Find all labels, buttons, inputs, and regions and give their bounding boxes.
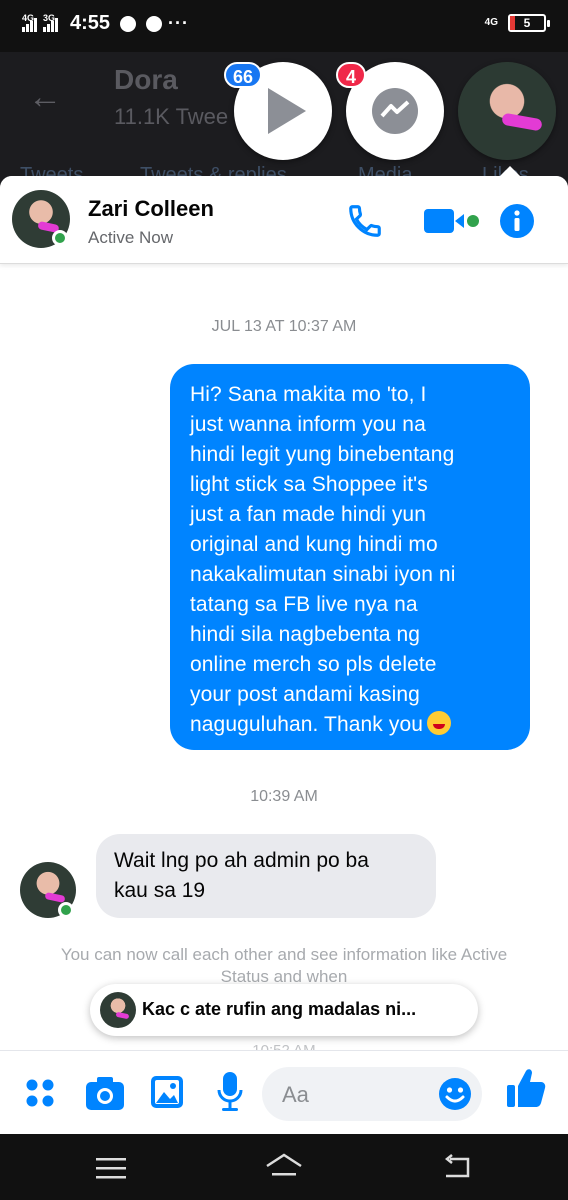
profile-title: Dora <box>114 64 178 95</box>
sender-online-dot <box>58 902 74 918</box>
messenger-chat-head[interactable]: 4 <box>336 62 444 160</box>
status-right: 4G 5 <box>484 14 550 32</box>
gallery-icon[interactable] <box>150 1075 184 1114</box>
home-icon[interactable] <box>264 1152 304 1187</box>
hugging-emoji-icon <box>427 711 452 735</box>
message-line: nakakalimutan sinabi iyon ni <box>190 563 456 586</box>
message-line: light stick sa Shoppee it's <box>190 473 428 496</box>
info-icon[interactable] <box>500 204 534 243</box>
messenger-icon <box>372 88 418 134</box>
contact-chat-head[interactable] <box>458 62 556 160</box>
message-input[interactable]: Aa <box>262 1067 482 1121</box>
contact-status: Active Now <box>88 228 174 247</box>
chat-panel: Zari Colleen Active Now JUL 13 AT 10:37 … <box>0 176 568 1134</box>
battery-level: 5 <box>523 16 531 30</box>
messenger-notification-icon <box>120 15 137 32</box>
chat-header: Zari Colleen Active Now <box>0 176 568 264</box>
more-actions-icon[interactable] <box>24 1077 56 1114</box>
network-type-label-secondary: 3G <box>43 12 56 23</box>
message-line-text: naguguluhan. Thank you <box>190 713 424 736</box>
menu-icon[interactable] <box>96 1156 126 1185</box>
back-icon[interactable] <box>442 1154 472 1185</box>
network-indicator: 4G <box>484 17 498 28</box>
preview-text: Kac c ate rufin ang madalas ni... <box>142 999 417 1019</box>
message-line: Hi? Sana makita mo 'to, I <box>190 383 427 406</box>
message-line: kau sa 19 <box>114 879 206 902</box>
message-line: original and kung hindi mo <box>190 533 438 556</box>
messenger-unread-badge: 4 <box>336 62 366 88</box>
outgoing-message[interactable]: Hi? Sana makita mo 'to, I just wanna inf… <box>170 364 530 750</box>
faded-timestamp: 10:52 AM <box>0 1042 568 1050</box>
online-status-dot <box>52 230 68 246</box>
phone-call-icon[interactable] <box>346 202 384 245</box>
message-line-last: naguguluhan. Thank you <box>190 710 512 740</box>
composer: Aa <box>0 1050 568 1134</box>
time-separator: 10:39 AM <box>250 788 318 805</box>
network-type-label: 4G <box>22 12 35 23</box>
message-line: just wanna inform you na <box>190 413 426 436</box>
status-bar: 4G 3G 4:55 ··· 4G 5 <box>0 0 568 52</box>
system-note: You can now call each other and see info… <box>60 945 508 984</box>
like-thumbs-up-icon[interactable] <box>506 1067 546 1114</box>
message-line: tatang sa FB live nya na <box>190 593 418 616</box>
profile-subtitle: 11.1K Twee <box>114 104 229 129</box>
date-separator: JUL 13 AT 10:37 AM <box>211 318 357 335</box>
message-line: Wait lng po ah admin po ba <box>114 849 369 872</box>
messenger-notification-icon-2 <box>146 15 163 32</box>
message-line: your post andami kasing <box>190 683 420 706</box>
emoji-icon[interactable] <box>438 1077 472 1116</box>
clock: 4:55 <box>70 12 111 34</box>
microphone-icon[interactable] <box>216 1071 244 1118</box>
camera-icon[interactable] <box>86 1075 124 1116</box>
preview-avatar <box>100 992 136 1028</box>
signal-icon-secondary: 3G <box>43 12 58 32</box>
status-left: 4G 3G 4:55 ··· <box>22 12 189 35</box>
back-arrow-icon: ← <box>28 78 62 116</box>
message-line: just a fan made hindi yun <box>190 503 426 526</box>
incoming-message[interactable]: Wait lng po ah admin po ba kau sa 19 <box>96 834 436 918</box>
message-line: online merch so pls delete <box>190 653 437 676</box>
message-line: hindi legit yung binebentang <box>190 443 455 466</box>
battery-icon: 5 <box>508 14 550 32</box>
contact-name[interactable]: Zari Colleen <box>88 196 214 222</box>
video-call-icon[interactable] <box>424 206 482 241</box>
message-placeholder: Aa <box>282 1082 309 1107</box>
system-nav-bar <box>0 1134 568 1200</box>
message-line: hindi sila nagbebenta ng <box>190 623 421 646</box>
video-chat-head[interactable]: 66 <box>224 62 332 160</box>
new-message-preview[interactable]: Kac c ate rufin ang madalas ni... <box>90 984 478 1036</box>
signal-icon: 4G <box>22 12 37 32</box>
more-notifications-icon: ··· <box>168 13 190 33</box>
play-icon <box>268 88 306 134</box>
video-unread-badge: 66 <box>224 62 263 88</box>
